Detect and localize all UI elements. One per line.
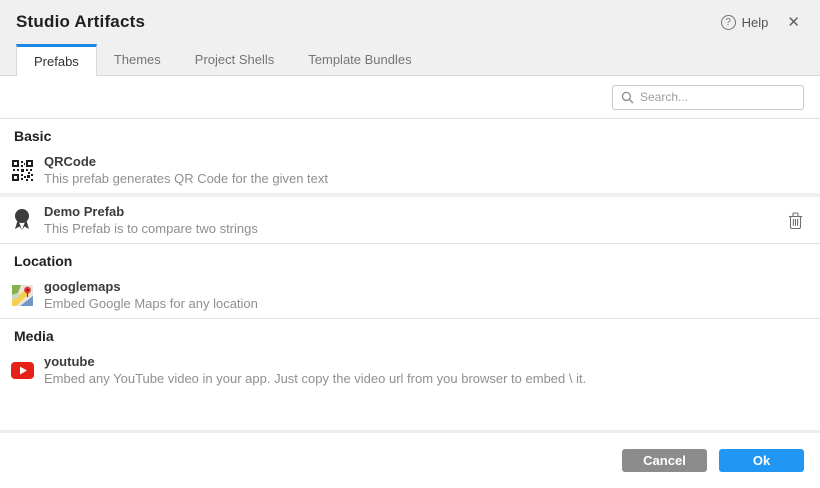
qrcode-icon	[12, 160, 33, 181]
item-description: This Prefab is to compare two strings	[44, 220, 786, 237]
close-icon[interactable]: ✕	[783, 11, 804, 33]
magnifier-icon	[621, 91, 634, 104]
item-title: youtube	[44, 353, 805, 370]
search-row	[0, 76, 820, 119]
prefab-item-qrcode[interactable]: QRCode This prefab generates QR Code for…	[0, 147, 820, 193]
prefab-item-demo-prefab[interactable]: Demo Prefab This Prefab is to compare tw…	[0, 197, 820, 243]
ok-button[interactable]: Ok	[719, 449, 804, 472]
prefab-item-youtube[interactable]: youtube Embed any YouTube video in your …	[0, 347, 820, 393]
prefab-item-googlemaps[interactable]: googlemaps Embed Google Maps for any loc…	[0, 272, 820, 318]
search-box[interactable]	[612, 85, 804, 110]
item-title: googlemaps	[44, 278, 805, 295]
help-icon: ?	[721, 15, 736, 30]
tab-bar: Prefabs Themes Project Shells Template B…	[0, 44, 820, 76]
section-title-location: Location	[0, 244, 820, 272]
prefab-list: Basic QRCode Th	[0, 119, 820, 430]
award-ribbon-icon	[12, 208, 32, 232]
page-title: Studio Artifacts	[16, 12, 145, 32]
item-description: Embed Google Maps for any location	[44, 295, 805, 312]
content-spacer	[0, 393, 820, 430]
item-title: QRCode	[44, 153, 805, 170]
tab-themes[interactable]: Themes	[97, 44, 178, 75]
section-title-media: Media	[0, 319, 820, 347]
item-description: Embed any YouTube video in your app. Jus…	[44, 370, 805, 387]
help-button[interactable]: ? Help	[721, 15, 769, 30]
item-description: This prefab generates QR Code for the gi…	[44, 170, 805, 187]
studio-artifacts-dialog: Studio Artifacts ? Help ✕ Prefabs Themes…	[0, 0, 820, 488]
tab-template-bundles[interactable]: Template Bundles	[291, 44, 428, 75]
delete-button[interactable]	[786, 210, 805, 231]
search-input[interactable]	[640, 90, 795, 104]
help-label: Help	[742, 15, 769, 30]
tab-project-shells[interactable]: Project Shells	[178, 44, 291, 75]
dialog-footer: Cancel Ok	[0, 433, 820, 488]
tab-prefabs[interactable]: Prefabs	[16, 44, 97, 76]
dialog-header: Studio Artifacts ? Help ✕	[0, 0, 820, 44]
google-maps-icon	[12, 285, 33, 306]
trash-icon	[788, 212, 803, 229]
youtube-icon	[11, 362, 34, 379]
item-title: Demo Prefab	[44, 203, 786, 220]
section-title-basic: Basic	[0, 119, 820, 147]
cancel-button[interactable]: Cancel	[622, 449, 707, 472]
